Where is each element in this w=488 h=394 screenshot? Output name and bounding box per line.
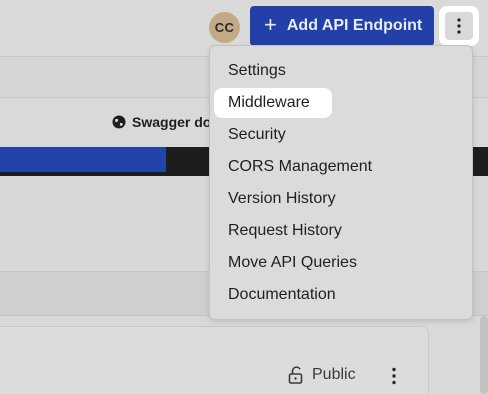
swagger-docs-link[interactable]: Swagger do — [112, 114, 212, 130]
menu-item-middleware[interactable]: Middleware — [210, 87, 472, 119]
more-options-button[interactable] — [439, 6, 479, 46]
menu-item-settings[interactable]: Settings — [210, 55, 472, 87]
menu-item-label: CORS Management — [228, 158, 373, 175]
menu-item-label: Request History — [228, 222, 342, 239]
options-dropdown-menu: Settings Middleware Security CORS Manage… — [209, 45, 473, 320]
vertical-dots-icon — [392, 367, 396, 385]
plus-icon: + — [264, 12, 277, 37]
add-api-endpoint-button[interactable]: + Add API Endpoint — [250, 6, 434, 46]
globe-icon — [112, 115, 126, 129]
add-api-endpoint-label: Add API Endpoint — [286, 17, 423, 34]
menu-item-label: Version History — [228, 190, 336, 207]
progress-bar-fill — [0, 147, 166, 172]
menu-item-label: Security — [228, 126, 286, 143]
menu-item-version-history[interactable]: Version History — [210, 183, 472, 215]
card-more-button[interactable] — [384, 366, 404, 386]
menu-item-label: Move API Queries — [228, 254, 357, 271]
page: CC + Add API Endpoint Swagger do Public … — [0, 0, 488, 394]
menu-item-move-api-queries[interactable]: Move API Queries — [210, 247, 472, 279]
swagger-docs-label: Swagger do — [132, 114, 212, 130]
menu-item-request-history[interactable]: Request History — [210, 215, 472, 247]
avatar[interactable]: CC — [209, 12, 240, 43]
menu-item-security[interactable]: Security — [210, 119, 472, 151]
vertical-dots-icon — [457, 18, 461, 34]
menu-item-label: Settings — [228, 62, 286, 79]
more-options-button-inner — [445, 12, 473, 40]
endpoint-card — [0, 326, 429, 394]
menu-item-label: Middleware — [228, 94, 310, 111]
scrollbar[interactable] — [480, 316, 488, 394]
menu-item-label: Documentation — [228, 286, 336, 303]
visibility-badge[interactable]: Public — [288, 366, 356, 384]
unlock-icon — [288, 366, 303, 384]
menu-item-cors-management[interactable]: CORS Management — [210, 151, 472, 183]
menu-item-documentation[interactable]: Documentation — [210, 279, 472, 311]
visibility-label: Public — [312, 366, 356, 383]
